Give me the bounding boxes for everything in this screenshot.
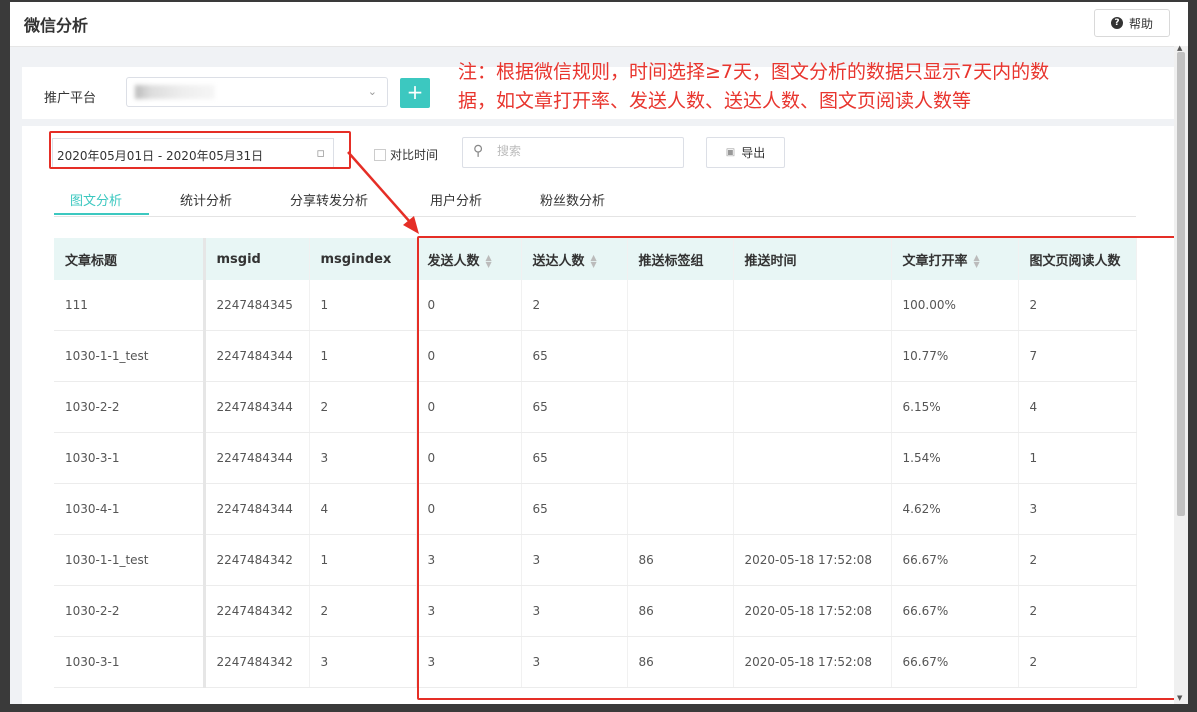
table-cell: 1 <box>309 534 417 586</box>
table-cell: 2247484342 <box>204 585 310 637</box>
table-cell: 111 <box>54 280 206 331</box>
table-cell: 1030-4-1 <box>54 483 206 535</box>
chevron-down-icon: ⌄ <box>367 85 377 98</box>
analysis-panel: 2020年05月01日 - 2020年05月31日 ▫ 对比时间 ⚲ ▣ 导出 … <box>22 126 1188 704</box>
compare-label: 对比时间 <box>390 148 439 162</box>
scroll-down-icon[interactable]: ▼ <box>1177 694 1182 702</box>
search-box[interactable]: ⚲ <box>462 137 684 168</box>
platform-select[interactable]: ⌄ <box>126 77 388 107</box>
add-platform-button[interactable]: + <box>400 78 430 108</box>
top-bar: 微信分析 ? 帮助 <box>10 2 1188 47</box>
help-label: 帮助 <box>1128 16 1153 31</box>
vertical-scrollbar[interactable]: ▲ ▼ <box>1174 44 1188 704</box>
table-cell: 1 <box>309 280 417 331</box>
platform-label: 推广平台 <box>44 91 97 106</box>
app-frame: 微信分析 ? 帮助 推广平台 ⌄ + 注：根据微信规则，时间选择≥7天，图文分析… <box>10 2 1188 704</box>
question-icon: ? <box>1110 17 1123 29</box>
help-button[interactable]: ? 帮助 <box>1094 9 1170 37</box>
table-cell: 2247484344 <box>204 483 310 535</box>
table-cell: 2 <box>309 585 417 637</box>
col-header-msgindex: msgindex <box>309 238 417 280</box>
export-button[interactable]: ▣ 导出 <box>706 137 785 168</box>
analysis-tabs: 图文分析 统计分析 分享转发分析 用户分析 粉丝数分析 <box>54 186 1136 217</box>
tab-share-forward[interactable]: 分享转发分析 <box>290 190 368 209</box>
arrow-head <box>403 216 419 234</box>
table-cell: 3 <box>309 636 417 688</box>
table-cell: 2247484345 <box>204 280 310 331</box>
active-tab-indicator <box>54 213 149 215</box>
table-cell: 1030-2-2 <box>54 585 206 637</box>
compare-time-toggle[interactable]: 对比时间 <box>374 146 438 163</box>
table-cell: 1 <box>309 330 417 382</box>
annotation-note: 注：根据微信规则，时间选择≥7天，图文分析的数据只显示7天内的数 据，如文章打开… <box>458 58 1158 116</box>
col-header-msgid: msgid <box>204 238 310 280</box>
export-label: 导出 <box>741 146 766 160</box>
tab-statistics[interactable]: 统计分析 <box>180 190 232 209</box>
table-cell: 1030-3-1 <box>54 636 206 688</box>
table-cell: 2247484342 <box>204 636 310 688</box>
table-cell: 3 <box>309 432 417 484</box>
table-cell: 2247484344 <box>204 432 310 484</box>
export-icon: ▣ <box>725 147 736 158</box>
tab-article-analysis[interactable]: 图文分析 <box>70 190 122 209</box>
search-input[interactable] <box>495 143 679 159</box>
page-title: 微信分析 <box>24 16 89 35</box>
scrollbar-thumb[interactable] <box>1177 52 1185 516</box>
platform-blurred-value <box>135 85 215 99</box>
table-cell: 2247484342 <box>204 534 310 586</box>
compare-checkbox[interactable] <box>374 148 386 161</box>
table-cell: 1030-2-2 <box>54 381 206 433</box>
table-cell: 4 <box>309 483 417 535</box>
table-cell: 2247484344 <box>204 330 310 382</box>
col-header-title: 文章标题 <box>54 238 206 280</box>
table-cell: 1030-1-1_test <box>54 534 206 586</box>
table-cell: 2 <box>309 381 417 433</box>
table-cell: 1030-3-1 <box>54 432 206 484</box>
annotation-box-columns <box>417 236 1188 700</box>
annotation-note-line2: 据，如文章打开率、发送人数、送达人数、图文页阅读人数等 <box>458 90 972 112</box>
annotation-box-date <box>49 131 351 169</box>
scroll-up-icon[interactable]: ▲ <box>1177 44 1182 52</box>
tab-fans-analysis[interactable]: 粉丝数分析 <box>540 190 605 209</box>
tab-user-analysis[interactable]: 用户分析 <box>430 190 482 209</box>
table-cell: 1030-1-1_test <box>54 330 206 382</box>
annotation-note-line1: 注：根据微信规则，时间选择≥7天，图文分析的数据只显示7天内的数 <box>458 61 1050 83</box>
search-icon: ⚲ <box>473 143 484 159</box>
table-cell: 2247484344 <box>204 381 310 433</box>
